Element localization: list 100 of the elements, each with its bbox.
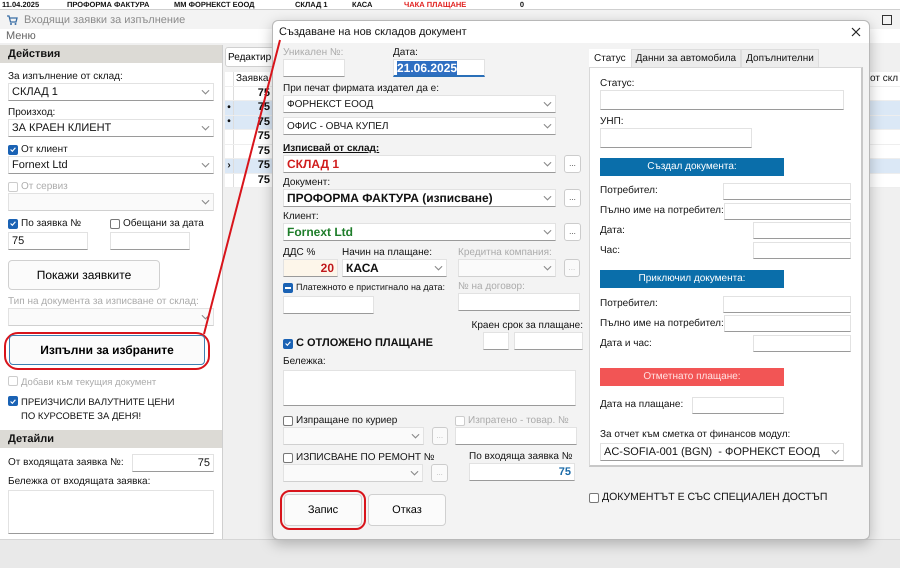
button[interactable]: Запис: [284, 494, 362, 526]
checkbox[interactable]: [283, 452, 293, 462]
button[interactable]: Отказ: [368, 494, 446, 526]
text-field[interactable]: 75: [8, 232, 88, 250]
field-label: Пълно име на потребител:: [600, 205, 724, 218]
text-area[interactable]: [283, 370, 576, 406]
field-label: ДДС %: [283, 247, 316, 259]
checkbox-label: ИЗПИСВАНЕ ПО РЕМОНТ №: [296, 451, 435, 464]
text-field[interactable]: [283, 59, 345, 77]
tab[interactable]: Данни за автомобила: [630, 49, 742, 67]
checkbox-label: По заявка №: [21, 217, 82, 230]
tab[interactable]: Допълнителни: [741, 49, 819, 67]
dropdown[interactable]: СКЛАД 1: [8, 83, 214, 101]
checkbox-label: Изпратено - товар. №: [468, 414, 569, 427]
date-field[interactable]: 21.06.2025: [393, 59, 485, 77]
row-marker: ›: [227, 160, 231, 172]
field-label: Тип на документа за изписване от склад:: [8, 296, 200, 308]
dropdown[interactable]: ФОРНЕКСТ ЕООД: [283, 95, 556, 113]
text-field[interactable]: [458, 293, 580, 311]
text-field[interactable]: [283, 296, 374, 314]
text-field[interactable]: [723, 296, 851, 313]
field-label: По входяща заявка №: [469, 451, 574, 463]
checkbox[interactable]: [283, 416, 293, 426]
field-label: № на договор:: [458, 281, 526, 293]
text-field[interactable]: 75: [469, 463, 575, 481]
checkbox[interactable]: [589, 492, 599, 502]
close-icon[interactable]: [851, 27, 861, 37]
text-field[interactable]: [110, 232, 190, 250]
chevron-down-icon: [410, 433, 420, 439]
dropdown[interactable]: AC-SOFIA-001 (BGN) - ФОРНЕКСТ ЕООД: [600, 443, 844, 462]
window-title: Входящи заявки за изпълнение: [24, 14, 186, 26]
field-label: Дата на плащане:: [600, 399, 684, 412]
field-label: Документ:: [283, 177, 332, 189]
menu-item[interactable]: Меню: [6, 30, 36, 42]
maximize-icon[interactable]: [882, 14, 892, 24]
dropdown[interactable]: ПРОФОРМА ФАКТУРА (изписване): [283, 189, 556, 207]
field-label: Кредитна компания:: [458, 247, 553, 259]
text-field[interactable]: [724, 315, 851, 332]
column-header: от скл: [870, 72, 900, 86]
text-field[interactable]: [753, 222, 851, 240]
checkbox[interactable]: [8, 396, 18, 406]
dropdown[interactable]: ОФИС - ОВЧА КУПЕЛ: [283, 117, 556, 135]
field-label: Краен срок за плащане:: [470, 320, 583, 332]
field-label: Начин на плащане:: [342, 247, 433, 259]
field-label: Потребител:: [600, 185, 658, 198]
checkbox[interactable]: [8, 144, 18, 154]
section-banner: Приключил документа:: [600, 270, 784, 288]
field-label: За изпълнение от склад:: [8, 71, 124, 83]
text-field[interactable]: [514, 332, 583, 350]
checkbox[interactable]: [110, 218, 120, 228]
text-field[interactable]: [600, 128, 752, 148]
field-label: Уникален №:: [283, 47, 344, 59]
chevron-down-icon: [434, 265, 443, 271]
dropdown[interactable]: ЗА КРАЕН КЛИЕНТ: [8, 119, 214, 137]
field-label: Потребител:: [600, 298, 658, 310]
chevron-down-icon: [543, 195, 552, 201]
checkbox-label: Добави към текущия документ: [21, 376, 156, 390]
dropdown[interactable]: Fornext Ltd: [283, 223, 556, 241]
text-field[interactable]: [753, 242, 851, 260]
text-field[interactable]: 20: [283, 259, 338, 277]
browse-button[interactable]: ...: [564, 155, 581, 173]
text-field[interactable]: [483, 332, 509, 350]
dropdown[interactable]: КАСА: [342, 259, 447, 277]
text-field[interactable]: [455, 427, 577, 445]
text-field[interactable]: [753, 335, 851, 352]
checkbox[interactable]: [8, 218, 18, 228]
dropdown[interactable]: Fornext Ltd: [8, 156, 214, 174]
checkbox-label: Платежното е пристигнало на дата:: [296, 281, 446, 294]
text-field[interactable]: [692, 396, 784, 414]
dropdown[interactable]: СКЛАД 1: [283, 155, 556, 173]
field-label: УНП:: [600, 116, 625, 128]
checkbox-label: От сервиз: [21, 180, 68, 193]
edit-button[interactable]: Редактир: [225, 47, 274, 67]
text-field[interactable]: 75: [132, 454, 214, 472]
checkbox-label: Изпращане по куриер: [296, 414, 398, 427]
field-label: Дата:: [600, 224, 625, 237]
field-label: Произход:: [8, 107, 56, 119]
field-label: Статус:: [600, 78, 636, 90]
panel-header: Действия: [0, 45, 222, 63]
field-label: Изписвай от склад:: [283, 143, 380, 155]
checkbox[interactable]: [283, 338, 293, 348]
checkbox-label: ПРЕИЗЧИСЛИ ВАЛУТНИТЕ ЦЕНИ ПО КУРСОВЕТЕ ЗА ДЕНЯ!: [21, 396, 174, 424]
browse-button[interactable]: ...: [564, 223, 581, 241]
button[interactable]: Изпълни за избраните: [9, 335, 205, 365]
browse-button[interactable]: ...: [564, 189, 581, 207]
checkbox-label: ДОКУМЕНТЪТ Е СЪС СПЕЦИАЛЕН ДОСТЪП: [602, 491, 828, 504]
chevron-down-icon: [201, 125, 210, 131]
text-area[interactable]: [8, 490, 214, 534]
field-label: Бележка от входящата заявка:: [8, 476, 152, 488]
checkbox[interactable]: [283, 282, 293, 292]
tab[interactable]: Статус: [589, 49, 631, 67]
chevron-down-icon: [543, 161, 552, 167]
text-field[interactable]: [600, 90, 844, 110]
text-field[interactable]: [724, 202, 851, 220]
row-marker: •: [227, 102, 231, 114]
section-banner: Създал документа:: [600, 158, 784, 176]
text-field[interactable]: [723, 182, 851, 200]
field-label: Час:: [600, 244, 620, 257]
button[interactable]: Покажи заявките: [8, 260, 160, 290]
section-banner: Отметнато плащане:: [600, 368, 784, 386]
